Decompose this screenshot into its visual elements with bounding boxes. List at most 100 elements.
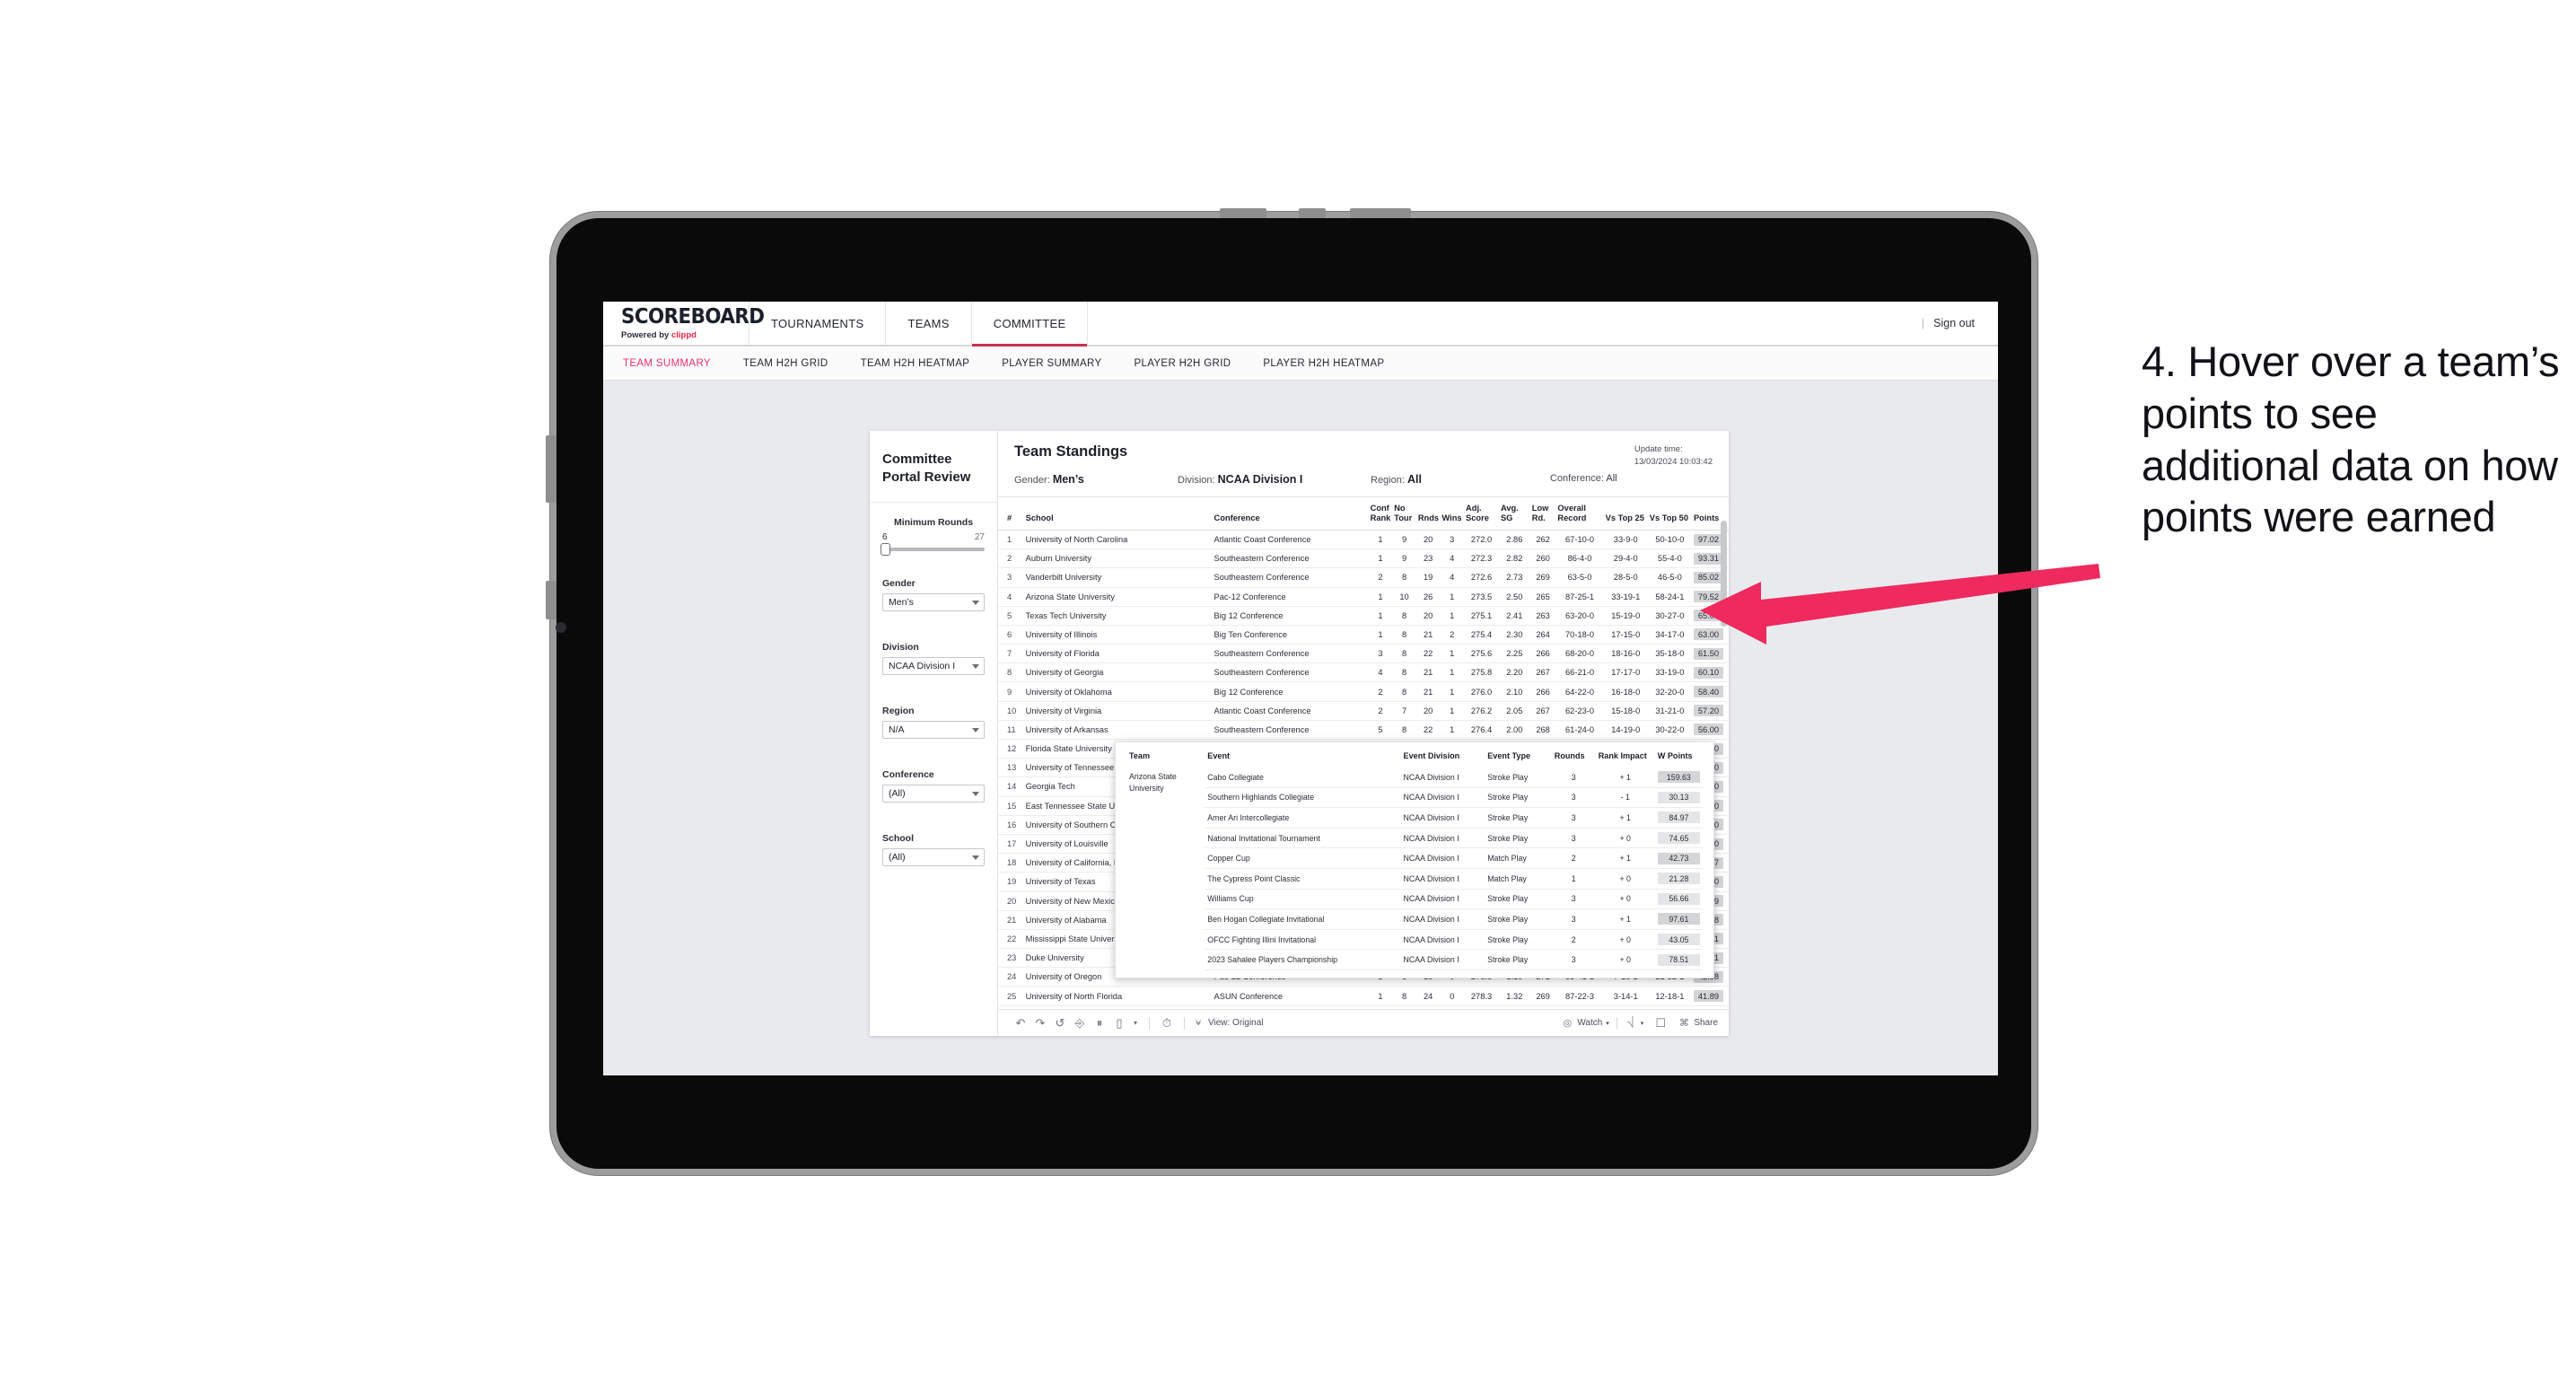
cell-rnds: 20 (1415, 530, 1441, 550)
cell-adj-score: 276.2 (1464, 701, 1499, 721)
signout-label[interactable]: Sign out (1933, 317, 1975, 329)
share-button[interactable]: ⌘ Share (1678, 1017, 1718, 1029)
cell-avg-sg: 2.05 (1498, 701, 1530, 721)
table-row[interactable]: 11 University of Arkansas Southeastern Con… (998, 720, 1729, 741)
table-row[interactable]: 26The Ohio State UniversityBig Ten Confe… (998, 1005, 1729, 1009)
device-layout-icon[interactable]: ▯ (1109, 1016, 1129, 1031)
tt-cell-impact: + 0 (1595, 929, 1655, 951)
cell-rnds: 21 (1415, 662, 1441, 683)
subtab-player-h2h-grid[interactable]: PLAYER H2H GRID (1134, 358, 1231, 369)
cell-vs-top-25: 9-14-0 (1603, 1005, 1648, 1009)
cell-rank: 5 (998, 606, 1024, 626)
toolbar-divider-2 (1184, 1016, 1185, 1030)
tt-cell-type: Stroke Play (1485, 929, 1552, 951)
points-badge[interactable]: 56.00 (1693, 724, 1723, 736)
topnav-teams[interactable]: TEAMS (886, 302, 972, 345)
pause-updates-icon[interactable]: ⏸ (1090, 1016, 1109, 1031)
tt-cell-division: NCAA Division I (1400, 828, 1485, 849)
clock-icon[interactable]: ⏱ (1157, 1016, 1177, 1031)
points-badge[interactable]: 41.89 (1693, 990, 1723, 1003)
th-overall-record[interactable]: Overall Record (1555, 497, 1604, 531)
app-logo[interactable]: SCOREBOARD Powered by clippd (603, 302, 765, 345)
cell-rank: 18 (998, 853, 1024, 873)
subtab-team-summary[interactable]: TEAM SUMMARY (623, 358, 711, 369)
table-row[interactable]: 2 Auburn University Southeastern Conferenc… (998, 548, 1729, 569)
tt-cell-impact: + 1 (1595, 768, 1655, 788)
cell-no-tour: 8 (1392, 986, 1416, 1006)
view-original-button[interactable]: ⍱ View: Original (1192, 1017, 1264, 1029)
chevron-down-icon[interactable]: ▾ (1129, 1019, 1142, 1027)
th-conference[interactable]: Conference (1212, 497, 1369, 531)
device-volume-button (546, 435, 556, 503)
tt-cell-team: Arizona State University (1129, 772, 1177, 794)
topnav-committee[interactable]: COMMITTEE (971, 302, 1089, 346)
minimum-rounds-slider[interactable] (881, 543, 985, 556)
cell-points[interactable]: 41.89 (1691, 986, 1729, 1006)
filter-summary-gender-label: Gender: (1014, 475, 1050, 486)
th-rnds[interactable]: Rnds (1415, 497, 1441, 531)
subtab-player-summary[interactable]: PLAYER SUMMARY (1002, 358, 1101, 369)
table-row[interactable]: 4 Arizona State University Pac-12 Conferen… (998, 587, 1729, 607)
points-badge[interactable]: 58.40 (1693, 686, 1723, 698)
cell-conference: Southeastern Conference (1212, 567, 1369, 588)
filter-summary-conference-label: Conference: (1550, 473, 1604, 484)
cell-conference: ASUN Conference (1212, 986, 1369, 1006)
redo-icon[interactable]: ↷ (1030, 1016, 1050, 1031)
th-rank[interactable]: # (998, 497, 1024, 531)
revert-icon[interactable]: ↺ (1050, 1016, 1070, 1031)
minimum-rounds-slider-knob[interactable] (881, 543, 890, 556)
cell-conf-rank: 1 (1368, 606, 1393, 626)
school-filter-select[interactable]: (All) (882, 848, 985, 866)
points-badge[interactable]: 97.02 (1693, 533, 1723, 546)
watch-button[interactable]: ◎ Watch ▾ (1561, 1017, 1609, 1029)
cell-points[interactable]: 39.94 (1691, 1005, 1729, 1009)
table-row[interactable]: 3 Vanderbilt University Southeastern Confe… (998, 567, 1729, 588)
cell-overall-record: 51-23-1 (1555, 1005, 1604, 1009)
table-row[interactable]: 1 University of North Carolina Atlantic Co… (998, 530, 1729, 550)
table-row[interactable]: 7 University of Florida Southeastern Confe… (998, 644, 1729, 664)
subtab-player-h2h-heatmap[interactable]: PLAYER H2H HEATMAP (1263, 358, 1384, 369)
th-avg-sg[interactable]: Avg. SG (1498, 497, 1530, 531)
cell-school: Arizona State University (1023, 587, 1213, 607)
table-row[interactable]: 5 Texas Tech University Big 12 Conference 1… (998, 606, 1729, 626)
subtab-team-h2h-grid[interactable]: TEAM H2H GRID (743, 358, 828, 369)
undo-icon[interactable]: ↶ (1011, 1016, 1030, 1031)
table-row[interactable]: 10 University of Virginia Atlantic Coast C… (998, 701, 1729, 721)
signout-area[interactable]: | Sign out (1922, 302, 1998, 345)
cell-conference: Big Ten Conference (1212, 625, 1369, 645)
table-row[interactable]: 8 University of Georgia Southeastern Confe… (998, 662, 1729, 683)
conference-filter-select[interactable]: (All) (882, 785, 985, 803)
points-badge[interactable]: 57.20 (1693, 705, 1723, 717)
sub-navigation: TEAM SUMMARY TEAM H2H GRID TEAM H2H HEAT… (603, 346, 1998, 381)
division-filter-select[interactable]: NCAA Division I (882, 657, 985, 675)
cell-vs-top-25: 17-15-0 (1603, 625, 1648, 645)
cell-points[interactable]: 56.00 (1691, 720, 1729, 741)
region-filter-select[interactable]: N/A (882, 721, 985, 739)
table-row[interactable]: 6 University of Illinois Big Ten Conferenc… (998, 625, 1729, 645)
cell-low-rd: 269 (1529, 986, 1556, 1006)
th-wins[interactable]: Wins (1440, 497, 1465, 531)
cell-points[interactable]: 57.20 (1691, 701, 1729, 721)
th-adj-score[interactable]: Adj. Score (1464, 497, 1499, 531)
th-vs-top-25[interactable]: Vs Top 25 (1603, 497, 1648, 531)
table-row[interactable]: 9 University of Oklahoma Big 12 Conference… (998, 681, 1729, 702)
th-conf-rank[interactable]: Conf Rank (1368, 497, 1393, 531)
download-button[interactable]: ⎷ ▾ (1625, 1017, 1643, 1029)
th-no-tour[interactable]: No Tour (1392, 497, 1416, 531)
gender-filter-select[interactable]: Men’s (882, 593, 985, 611)
th-low-rd[interactable]: Low Rd. (1529, 497, 1556, 531)
cell-conference: Atlantic Coast Conference (1212, 530, 1369, 550)
cell-points[interactable]: 58.40 (1691, 681, 1729, 702)
table-row[interactable]: 25 University of North Florida ASUN Confer… (998, 986, 1729, 1006)
tt-cell-event: National Invitational Tournament (1205, 828, 1401, 849)
minimum-rounds-low: 6 (882, 532, 888, 542)
cell-wins: 1 (1440, 720, 1465, 741)
fullscreen-icon[interactable]: ☐ (1651, 1016, 1670, 1031)
th-school[interactable]: School (1023, 497, 1213, 531)
topnav-tournaments[interactable]: TOURNAMENTS (749, 302, 887, 345)
refresh-data-icon[interactable]: ⎆ (1070, 1016, 1090, 1031)
standings-header: Team Standings Update time: 13/03/2024 1… (998, 431, 1729, 497)
cell-school: Texas Tech University (1023, 606, 1213, 626)
th-vs-top-50[interactable]: Vs Top 50 (1647, 497, 1692, 531)
subtab-team-h2h-heatmap[interactable]: TEAM H2H HEATMAP (861, 358, 970, 369)
